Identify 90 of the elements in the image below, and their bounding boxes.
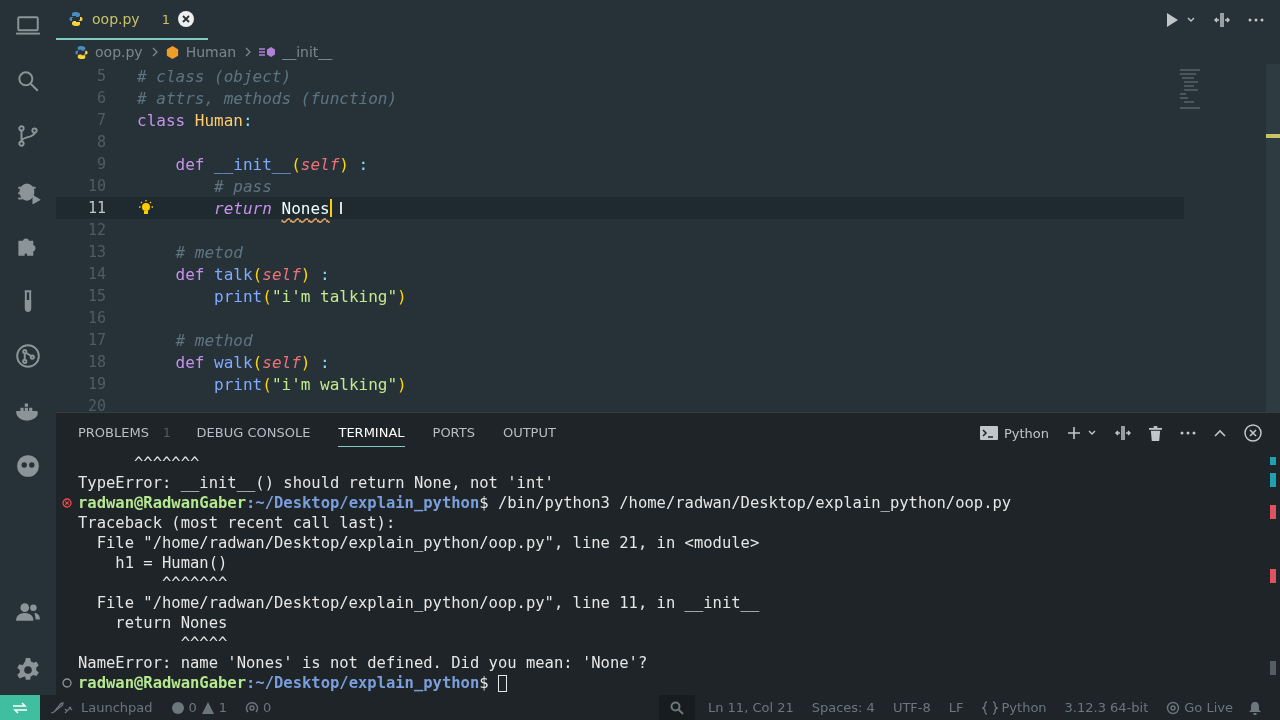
search-button[interactable]: [658, 695, 695, 720]
chevron-up-icon[interactable]: [1214, 429, 1226, 437]
panel-tab[interactable]: DEBUG CONSOLE: [196, 419, 311, 447]
terminal-icon: [979, 426, 998, 440]
code-line: # pass: [214, 176, 272, 196]
breadcrumb[interactable]: Human: [185, 44, 237, 60]
interpreter-button[interactable]: 3.12.3 64-bit: [1064, 700, 1149, 715]
terminal-output: ^^^^^^^: [133, 454, 200, 472]
chevron-right-icon: [150, 47, 159, 57]
python-icon: [68, 11, 84, 27]
terminal-output: ^^^^^^^: [161, 574, 228, 592]
problem-count: 1: [161, 11, 170, 27]
method-icon: [258, 46, 277, 58]
run-icon[interactable]: [1164, 12, 1180, 28]
ports-button[interactable]: 0: [245, 700, 272, 715]
remote-icon: [12, 701, 28, 714]
panel-tab[interactable]: PROBLEMS: [78, 419, 149, 447]
lightbulb-icon[interactable]: [138, 200, 154, 216]
terminal-command: $: [479, 674, 489, 692]
branch-circle-icon[interactable]: [15, 343, 41, 369]
error-circle-icon[interactable]: [62, 498, 72, 508]
panel-tab[interactable]: TERMINAL: [338, 419, 405, 447]
text-cursor: [329, 199, 332, 217]
python-icon: [74, 44, 89, 60]
owl-icon[interactable]: [15, 453, 41, 479]
plus-icon[interactable]: [1067, 426, 1081, 440]
warning-count: 1: [218, 700, 228, 715]
braces-icon: [981, 700, 998, 715]
code-line: # method: [175, 330, 253, 350]
breadcrumb[interactable]: oop.py: [95, 44, 143, 60]
code-line: def __init__(self) :: [175, 154, 369, 174]
terminal-command: $ /bin/python3 /home/radwan/Desktop/explain_python/oop.py: [479, 494, 1012, 512]
code-line: class Human:: [137, 110, 253, 130]
broadcast-icon: [245, 700, 260, 715]
split-editor-icon[interactable]: [1214, 12, 1230, 28]
code-line: # class (object): [137, 66, 292, 86]
terminal-output: h1 = Human(): [114, 554, 228, 572]
language-button[interactable]: Python: [981, 700, 1047, 715]
more-icon[interactable]: [1248, 18, 1264, 22]
code-line: def talk(self) :: [175, 264, 330, 284]
problem-count: 1: [162, 426, 171, 440]
split-terminal-icon[interactable]: [1115, 425, 1131, 441]
ibeam-cursor-icon: [339, 202, 344, 214]
prompt-user: radwan@RadwanGaber: [78, 674, 246, 692]
indentation-button[interactable]: Spaces: 4: [811, 700, 875, 715]
terminal-output: ^^^^^: [179, 634, 228, 652]
prompt-path: :~/Desktop/explain_python: [246, 494, 480, 512]
more-icon[interactable]: [1180, 431, 1196, 435]
terminal-output: TypeError: __init__() should return None, not 'int': [78, 474, 554, 492]
error-count: 0: [188, 700, 197, 715]
panel-tab[interactable]: PORTS: [432, 419, 475, 447]
code-line: print("i'm talking"): [214, 286, 407, 306]
problems-button[interactable]: 0 1: [170, 700, 228, 715]
prompt-user: radwan@RadwanGaber: [78, 494, 246, 512]
editor-tab[interactable]: oop.py 1: [56, 0, 208, 40]
terminal-name[interactable]: Python: [1003, 425, 1049, 441]
close-icon[interactable]: [1244, 424, 1262, 442]
code-line: return Nones: [214, 198, 330, 218]
broadcast-icon: [1166, 700, 1181, 715]
scrollbar[interactable]: [1266, 64, 1280, 412]
terminal-output: NameError: name 'Nones' is not defined. Did you mean: 'None'?: [78, 654, 648, 672]
line-number: 11: [86, 199, 106, 217]
terminal-output: File "/home/radwan/Desktop/explain_python/oop.py", line 11, in __init__: [95, 594, 760, 612]
cursor-position[interactable]: Ln 11, Col 21: [707, 700, 794, 715]
code-line: # metod: [175, 242, 243, 262]
settings-icon[interactable]: [15, 657, 41, 683]
encoding-button[interactable]: UTF-8: [892, 700, 931, 715]
code-line: print("i'm walking"): [214, 374, 407, 394]
search-icon: [669, 700, 684, 715]
search-icon[interactable]: [15, 68, 41, 94]
code-line: # attrs, methods (function): [137, 88, 398, 108]
terminal-output: Traceback (most recent call last):: [78, 514, 396, 532]
launchpad-button[interactable]: Launchpad: [49, 700, 153, 715]
trash-icon[interactable]: [1149, 425, 1162, 441]
prompt-path: :~/Desktop/explain_python: [246, 674, 480, 692]
terminal-output: File "/home/radwan/Desktop/explain_python/oop.py", line 21, in <module>: [95, 534, 760, 552]
circle-icon[interactable]: [62, 678, 72, 688]
chevron-right-icon: [244, 47, 253, 57]
go-live-button[interactable]: Go Live: [1166, 700, 1233, 715]
line-ending-button[interactable]: LF: [948, 700, 964, 715]
bell-icon[interactable]: [1248, 700, 1262, 715]
breadcrumb[interactable]: __init__: [282, 44, 333, 60]
source-control-icon[interactable]: [15, 123, 41, 149]
class-icon: [164, 44, 180, 60]
code-line: def walk(self) :: [175, 352, 330, 372]
close-icon[interactable]: [177, 11, 194, 27]
terminal-output: return Nones: [114, 614, 228, 632]
warning-icon: [200, 700, 215, 715]
error-icon: [170, 700, 185, 715]
panel-tab[interactable]: OUTPUT: [502, 419, 556, 447]
